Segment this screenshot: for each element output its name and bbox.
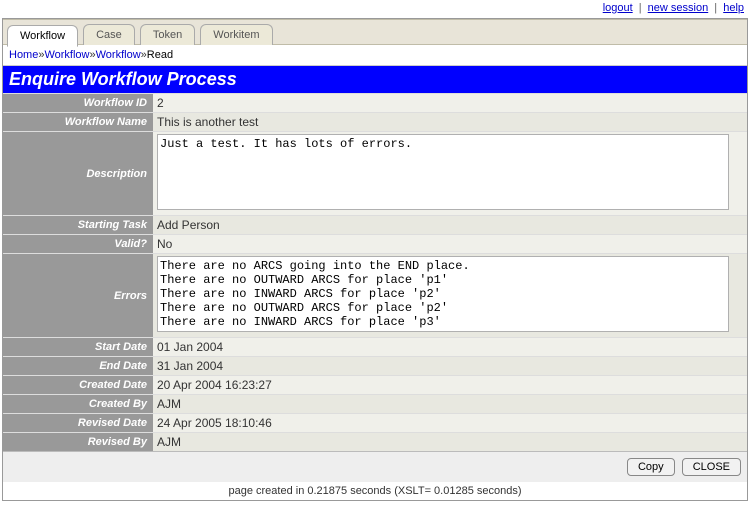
label-starting-task: Starting Task (3, 216, 153, 235)
cell-description (153, 132, 747, 216)
form-table: Workflow ID 2 Workflow Name This is anot… (3, 93, 747, 451)
value-created-by: AJM (153, 395, 747, 414)
value-end-date: 31 Jan 2004 (153, 357, 747, 376)
logout-link[interactable]: logout (603, 2, 633, 14)
label-description: Description (3, 132, 153, 216)
tab-bar: Workflow Case Token Workitem (3, 19, 747, 45)
value-workflow-name: This is another test (153, 113, 747, 132)
value-revised-by: AJM (153, 433, 747, 452)
tab-workflow[interactable]: Workflow (7, 25, 78, 47)
label-end-date: End Date (3, 357, 153, 376)
separator: | (636, 2, 645, 14)
value-revised-date: 24 Apr 2005 18:10:46 (153, 414, 747, 433)
label-workflow-id: Workflow ID (3, 94, 153, 113)
errors-textarea[interactable] (157, 256, 729, 332)
label-revised-by: Revised By (3, 433, 153, 452)
breadcrumb-workflow1[interactable]: Workflow (44, 49, 89, 61)
tab-case[interactable]: Case (83, 24, 135, 45)
breadcrumb-read: Read (147, 49, 173, 61)
separator: | (711, 2, 720, 14)
tab-token[interactable]: Token (140, 24, 195, 45)
page-title: Enquire Workflow Process (3, 66, 747, 93)
value-start-date: 01 Jan 2004 (153, 338, 747, 357)
value-workflow-id: 2 (153, 94, 747, 113)
close-button[interactable]: CLOSE (682, 458, 741, 476)
breadcrumb-home[interactable]: Home (9, 49, 38, 61)
tab-workitem[interactable]: Workitem (200, 24, 272, 45)
value-starting-task: Add Person (153, 216, 747, 235)
footer-buttons: Copy CLOSE (3, 451, 747, 482)
breadcrumb-workflow2[interactable]: Workflow (96, 49, 141, 61)
breadcrumb: Home»Workflow»Workflow»Read (3, 45, 747, 66)
main-container: Workflow Case Token Workitem Home»Workfl… (2, 18, 748, 501)
cell-errors (153, 254, 747, 338)
label-created-date: Created Date (3, 376, 153, 395)
top-links: logout | new session | help (0, 0, 752, 16)
page-info: page created in 0.21875 seconds (XSLT= 0… (3, 482, 747, 500)
help-link[interactable]: help (723, 2, 744, 14)
value-valid: No (153, 235, 747, 254)
label-revised-date: Revised Date (3, 414, 153, 433)
label-workflow-name: Workflow Name (3, 113, 153, 132)
label-valid: Valid? (3, 235, 153, 254)
copy-button[interactable]: Copy (627, 458, 675, 476)
value-created-date: 20 Apr 2004 16:23:27 (153, 376, 747, 395)
description-textarea[interactable] (157, 134, 729, 210)
label-start-date: Start Date (3, 338, 153, 357)
label-created-by: Created By (3, 395, 153, 414)
new-session-link[interactable]: new session (648, 2, 709, 14)
label-errors: Errors (3, 254, 153, 338)
